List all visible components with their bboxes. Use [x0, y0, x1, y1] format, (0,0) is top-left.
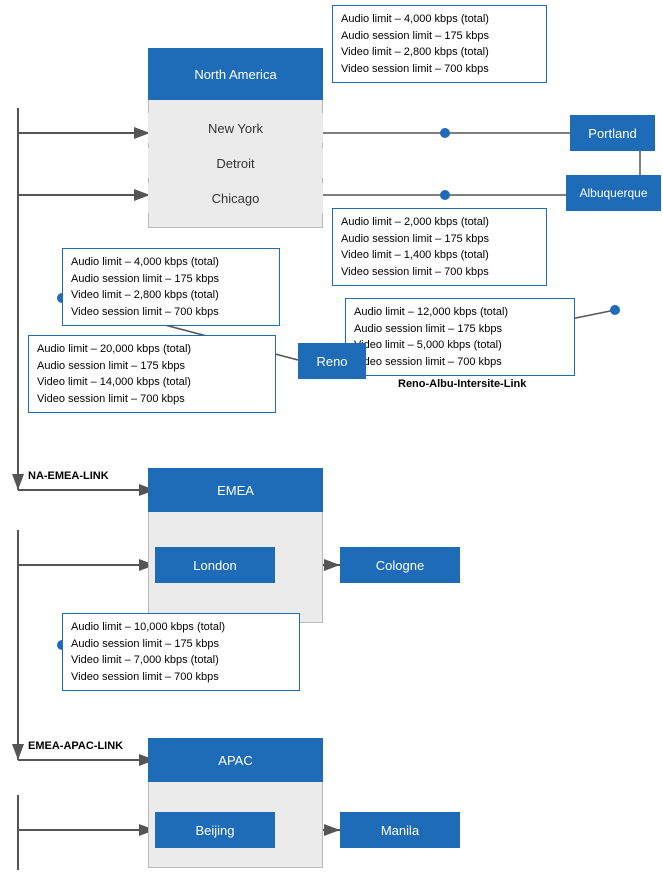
albuquerque-box: Albuquerque [566, 175, 661, 211]
new-york-label: New York [148, 113, 323, 143]
detroit-label: Detroit [148, 148, 323, 178]
emea-apac-link-label: EMEA-APAC-LINK [28, 740, 123, 752]
albu-info-2: Audio session limit – 175 kbps [341, 231, 538, 248]
info-line-3: Video limit – 2,800 kbps (total) [341, 44, 538, 61]
london-box: London [155, 547, 275, 583]
info-box-albu: Audio limit – 2,000 kbps (total) Audio s… [332, 208, 547, 286]
north-america-header: North America [148, 48, 323, 100]
manila-box: Manila [340, 812, 460, 848]
info-box-top-right: Audio limit – 4,000 kbps (total) Audio s… [332, 5, 547, 83]
apac-header: APAC [148, 738, 323, 782]
emea-header: EMEA [148, 468, 323, 512]
info-box-na-left-bottom: Audio limit – 20,000 kbps (total) Audio … [28, 335, 276, 413]
chicago-label: Chicago [148, 183, 323, 213]
na-emea-link-label: NA-EMEA-LINK [28, 470, 109, 482]
info-line-2: Audio session limit – 175 kbps [341, 28, 538, 45]
portland-box: Portland [570, 115, 655, 151]
info-line-4: Video session limit – 700 kbps [341, 61, 538, 78]
beijing-box: Beijing [155, 812, 275, 848]
info-box-reno-right: Audio limit – 12,000 kbps (total) Audio … [345, 298, 575, 376]
cologne-box: Cologne [340, 547, 460, 583]
info-line-1: Audio limit – 4,000 kbps (total) [341, 11, 538, 28]
albu-info-1: Audio limit – 2,000 kbps (total) [341, 214, 538, 231]
albu-info-4: Video session limit – 700 kbps [341, 264, 538, 281]
network-diagram: Audio limit – 4,000 kbps (total) Audio s… [0, 0, 663, 883]
reno-box: Reno [298, 343, 366, 379]
albu-info-3: Video limit – 1,400 kbps (total) [341, 247, 538, 264]
info-box-emea-left: Audio limit – 10,000 kbps (total) Audio … [62, 613, 300, 691]
reno-albu-link-label: Reno-Albu-Intersite-Link [398, 378, 526, 390]
info-box-na-left-mid: Audio limit – 4,000 kbps (total) Audio s… [62, 248, 280, 326]
